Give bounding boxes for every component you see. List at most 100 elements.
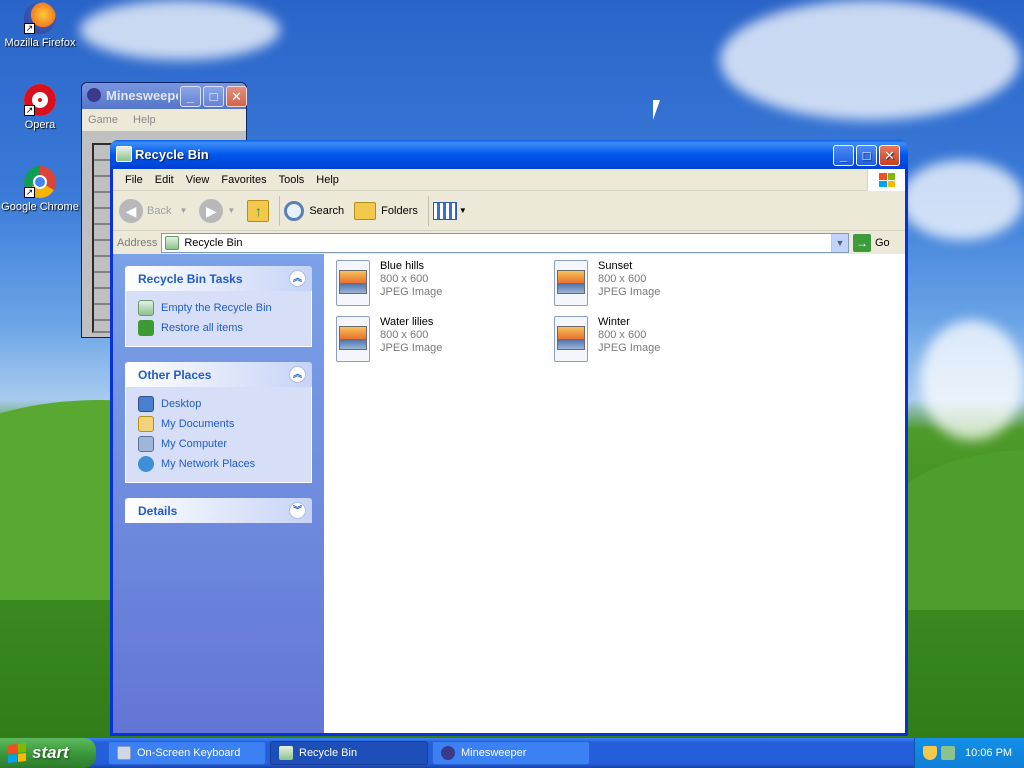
file-dimensions: 800 x 600 [380, 329, 429, 341]
security-shield-icon[interactable] [923, 746, 937, 760]
file-dimensions: 800 x 600 [380, 273, 429, 285]
panel-header[interactable]: Other Places ︽ [125, 362, 312, 387]
maximize-button[interactable]: □ [203, 86, 224, 107]
desktop-icon-opera[interactable]: ↗ Opera [0, 84, 80, 131]
place-my-documents[interactable]: My Documents [138, 414, 303, 434]
back-button[interactable]: ◀ Back ▼ [119, 198, 187, 223]
minefield[interactable] [92, 143, 112, 333]
file-item[interactable]: Winter 800 x 600 JPEG Image [552, 316, 762, 366]
desktop-icon-firefox[interactable]: ↗ Mozilla Firefox [0, 2, 80, 49]
task-restore-all-items[interactable]: Restore all items [138, 318, 303, 338]
system-tray: 10:06 PM [914, 738, 1024, 768]
recycle-bin-small-icon [165, 235, 180, 250]
back-dropdown-icon[interactable]: ▼ [179, 206, 187, 215]
taskbar: start On-Screen Keyboard Recycle Bin Min… [0, 738, 1024, 768]
close-button[interactable]: ✕ [879, 145, 900, 166]
file-dimensions: 800 x 600 [598, 329, 647, 341]
network-places-icon [138, 456, 154, 472]
forward-dropdown-icon[interactable]: ▼ [227, 206, 235, 215]
forward-button[interactable]: ▶ ▼ [199, 198, 235, 223]
menu-file[interactable]: File [119, 174, 149, 186]
place-label: Desktop [161, 398, 202, 410]
task-label: Restore all items [161, 322, 243, 334]
minesweeper-icon [87, 88, 101, 102]
views-dropdown-icon: ▼ [458, 206, 467, 215]
collapse-chevron-icon[interactable]: ︽ [289, 270, 306, 287]
opera-icon: ↗ [24, 84, 56, 116]
expand-chevron-icon[interactable]: ︾ [289, 502, 306, 519]
window-titlebar[interactable]: Recycle Bin _ □ ✕ [110, 140, 908, 169]
file-type: JPEG Image [380, 342, 443, 354]
maximize-button[interactable]: □ [856, 145, 877, 166]
jpeg-file-icon [552, 260, 590, 308]
panel-recycle-bin-tasks: Recycle Bin Tasks ︽ Empty the Recycle Bi… [125, 266, 312, 347]
panel-header[interactable]: Recycle Bin Tasks ︽ [125, 266, 312, 291]
menu-game[interactable]: Game [88, 114, 118, 126]
taskbar-item-recycle-bin[interactable]: Recycle Bin [270, 741, 428, 765]
shortcut-arrow-icon: ↗ [24, 23, 35, 34]
up-folder-button[interactable]: ↑ [247, 199, 270, 222]
task-empty-recycle-bin[interactable]: Empty the Recycle Bin [138, 298, 303, 318]
place-my-computer[interactable]: My Computer [138, 434, 303, 454]
desktop-icon [138, 396, 154, 412]
place-desktop[interactable]: Desktop [138, 394, 303, 414]
panel-title: Details [138, 504, 178, 518]
minimize-button[interactable]: _ [833, 145, 854, 166]
panel-body: Desktop My Documents My Computer My Netw… [125, 387, 312, 483]
recycle-bin-window[interactable]: Recycle Bin _ □ ✕ File Edit View Favorit… [110, 140, 908, 736]
recycle-tray-icon[interactable] [941, 746, 955, 760]
window-content: Recycle Bin Tasks ︽ Empty the Recycle Bi… [113, 254, 905, 733]
taskbar-item-minesweeper[interactable]: Minesweeper [432, 741, 590, 765]
address-dropdown-icon[interactable]: ▼ [831, 233, 848, 252]
go-button[interactable]: → Go [853, 233, 901, 252]
desktop-icon-label: Opera [24, 119, 56, 131]
start-button[interactable]: start [0, 738, 96, 768]
menu-favorites[interactable]: Favorites [215, 174, 272, 186]
jpeg-file-icon [334, 260, 372, 308]
file-item[interactable]: Water lilies 800 x 600 JPEG Image [334, 316, 544, 366]
taskbar-item-label: Recycle Bin [299, 747, 358, 759]
menu-help[interactable]: Help [133, 114, 156, 126]
panel-header[interactable]: Details ︾ [125, 498, 312, 523]
menu-view[interactable]: View [180, 174, 216, 186]
menu-edit[interactable]: Edit [149, 174, 180, 186]
minesweeper-titlebar[interactable]: Minesweeper _ □ ✕ [82, 83, 247, 109]
recycle-bin-icon [279, 746, 293, 760]
panel-details: Details ︾ [125, 498, 312, 523]
place-label: My Computer [161, 438, 228, 450]
address-input[interactable]: Recycle Bin ▼ [161, 232, 849, 253]
minimize-button[interactable]: _ [180, 86, 201, 107]
mouse-cursor-icon [653, 100, 660, 120]
file-name: Blue hills [380, 260, 425, 272]
clock[interactable]: 10:06 PM [965, 747, 1012, 759]
address-label: Address [117, 236, 158, 249]
file-type: JPEG Image [380, 286, 443, 298]
collapse-chevron-icon[interactable]: ︽ [289, 366, 306, 383]
views-button[interactable]: ▼ [432, 201, 467, 220]
go-arrow-icon: → [853, 233, 871, 252]
windows-flag-icon [8, 743, 26, 763]
back-arrow-icon: ◀ [119, 198, 143, 223]
search-icon [284, 200, 305, 221]
toolbar: ◀ Back ▼ ▶ ▼ ↑ Search Folders ▼ [113, 191, 905, 231]
file-type: JPEG Image [598, 286, 661, 298]
taskbar-item-on-screen-keyboard[interactable]: On-Screen Keyboard [108, 741, 266, 765]
window-title: Recycle Bin [135, 147, 209, 162]
menu-help[interactable]: Help [310, 174, 345, 186]
place-label: My Documents [161, 418, 235, 430]
start-label: start [32, 743, 69, 762]
folders-button[interactable]: Folders [354, 201, 418, 220]
taskbar-item-label: On-Screen Keyboard [137, 747, 241, 759]
toolbar-separator [427, 195, 429, 226]
file-name: Sunset [598, 260, 633, 272]
place-my-network-places[interactable]: My Network Places [138, 454, 303, 474]
file-item[interactable]: Sunset 800 x 600 JPEG Image [552, 260, 762, 310]
panel-body: Empty the Recycle Bin Restore all items [125, 291, 312, 347]
file-list: Blue hills 800 x 600 JPEG Image Sunset 8… [324, 254, 905, 733]
search-button[interactable]: Search [284, 200, 344, 221]
file-item[interactable]: Blue hills 800 x 600 JPEG Image [334, 260, 544, 310]
close-button[interactable]: ✕ [226, 86, 247, 107]
task-pane: Recycle Bin Tasks ︽ Empty the Recycle Bi… [113, 254, 324, 733]
desktop-icon-chrome[interactable]: ↗ Google Chrome [0, 166, 80, 213]
menu-tools[interactable]: Tools [273, 174, 311, 186]
